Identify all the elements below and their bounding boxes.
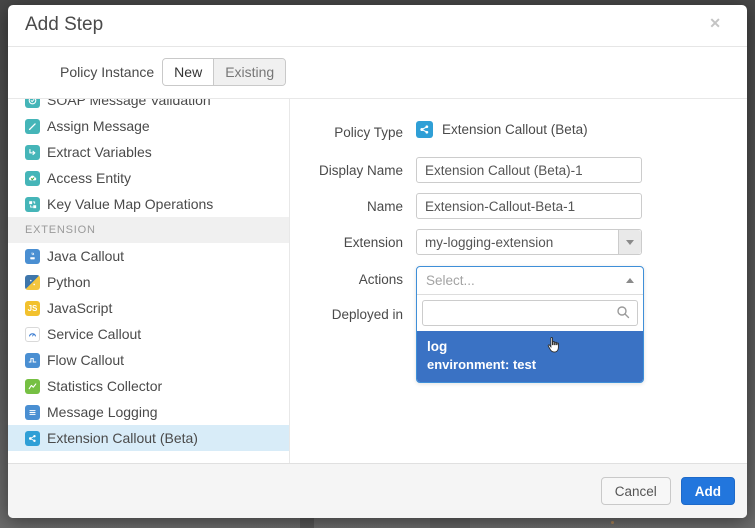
policy-instance-toggle: New Existing bbox=[162, 58, 286, 86]
modal-content: SOAP Message Validation Assign Message E… bbox=[8, 98, 747, 464]
search-icon bbox=[616, 305, 631, 325]
javascript-badge: JS bbox=[28, 304, 38, 313]
display-name-label: Display Name bbox=[291, 163, 403, 178]
sidebar-item-label: Extract Variables bbox=[47, 144, 152, 160]
extension-select-button[interactable] bbox=[618, 230, 641, 254]
policy-list: SOAP Message Validation Assign Message E… bbox=[8, 99, 290, 464]
backdrop-content bbox=[611, 521, 614, 524]
name-input[interactable] bbox=[416, 193, 642, 219]
sidebar-item-label: Python bbox=[47, 274, 91, 290]
sidebar-item-flow-callout[interactable]: Flow Callout bbox=[8, 347, 289, 373]
policy-instance-existing-button[interactable]: Existing bbox=[214, 59, 285, 85]
actions-option-log[interactable]: log environment: test bbox=[417, 331, 643, 382]
sidebar-item-label: Assign Message bbox=[47, 118, 150, 134]
sidebar-item-assign-message[interactable]: Assign Message bbox=[8, 113, 289, 139]
java-callout-icon bbox=[25, 249, 40, 264]
extract-variables-icon bbox=[25, 145, 40, 160]
sidebar-item-java-callout[interactable]: Java Callout bbox=[8, 243, 289, 269]
actions-dropdown-search-row bbox=[417, 294, 643, 331]
display-name-input[interactable] bbox=[416, 157, 642, 183]
message-logging-icon bbox=[25, 405, 40, 420]
sidebar-item-statistics-collector[interactable]: Statistics Collector bbox=[8, 373, 289, 399]
extension-label: Extension bbox=[291, 235, 403, 250]
sidebar-item-soap-message-validation[interactable]: SOAP Message Validation bbox=[8, 99, 289, 113]
extension-select[interactable]: my-logging-extension bbox=[416, 229, 642, 255]
modal-footer: Cancel Add bbox=[8, 463, 747, 518]
sidebar-item-javascript[interactable]: JS JavaScript bbox=[8, 295, 289, 321]
sidebar-item-message-logging[interactable]: Message Logging bbox=[8, 399, 289, 425]
chevron-up-icon bbox=[626, 278, 634, 283]
policy-form: Policy Type Extension Callout (Beta) Dis… bbox=[291, 99, 747, 464]
actions-option-name: log bbox=[427, 337, 633, 356]
policy-instance-new-button[interactable]: New bbox=[163, 59, 214, 85]
extension-select-value: my-logging-extension bbox=[425, 235, 553, 250]
policy-instance-label: Policy Instance bbox=[60, 64, 154, 80]
chevron-down-icon bbox=[626, 240, 634, 245]
deployed-in-label: Deployed in bbox=[291, 307, 403, 322]
sidebar-item-python[interactable]: Python bbox=[8, 269, 289, 295]
sidebar-item-extract-variables[interactable]: Extract Variables bbox=[8, 139, 289, 165]
sidebar-item-label: SOAP Message Validation bbox=[47, 99, 211, 108]
sidebar-item-label: Extension Callout (Beta) bbox=[47, 430, 198, 446]
actions-label: Actions bbox=[291, 272, 403, 287]
key-value-map-operations-icon bbox=[25, 197, 40, 212]
policy-type-label: Policy Type bbox=[291, 125, 403, 140]
close-icon[interactable]: ✕ bbox=[709, 16, 721, 30]
extension-callout-icon bbox=[416, 121, 433, 138]
backdrop-content bbox=[300, 518, 314, 528]
sidebar-item-label: JavaScript bbox=[47, 300, 112, 316]
sidebar-item-label: Java Callout bbox=[47, 248, 124, 264]
extension-section-header: EXTENSION bbox=[8, 217, 289, 243]
python-icon bbox=[25, 275, 40, 290]
assign-message-icon bbox=[25, 119, 40, 134]
access-entity-icon bbox=[25, 171, 40, 186]
sidebar-item-label: Flow Callout bbox=[47, 352, 124, 368]
actions-search-input[interactable] bbox=[429, 303, 613, 323]
extension-callout-icon bbox=[25, 431, 40, 446]
actions-dropdown-toggle[interactable]: Select... bbox=[417, 267, 643, 294]
sidebar-item-service-callout[interactable]: Service Callout bbox=[8, 321, 289, 347]
policy-type-value: Extension Callout (Beta) bbox=[442, 122, 588, 137]
statistics-collector-icon bbox=[25, 379, 40, 394]
add-step-modal: Add Step ✕ Policy Instance New Existing … bbox=[8, 5, 747, 518]
cancel-button[interactable]: Cancel bbox=[601, 477, 671, 505]
service-callout-icon bbox=[25, 327, 40, 342]
actions-dropdown-placeholder: Select... bbox=[426, 273, 475, 288]
sidebar-item-key-value-map-operations[interactable]: Key Value Map Operations bbox=[8, 191, 289, 217]
modal-header: Add Step ✕ bbox=[8, 5, 747, 47]
actions-dropdown: Select... log environment: test bbox=[416, 266, 644, 383]
backdrop-content bbox=[430, 518, 470, 528]
actions-option-detail: environment: test bbox=[427, 356, 633, 374]
sidebar-item-extension-callout-beta[interactable]: Extension Callout (Beta) bbox=[8, 425, 289, 451]
flow-callout-icon bbox=[25, 353, 40, 368]
javascript-icon: JS bbox=[25, 301, 40, 316]
sidebar-item-label: Statistics Collector bbox=[47, 378, 162, 394]
policy-type-value-row: Extension Callout (Beta) bbox=[416, 121, 642, 138]
soap-message-validation-icon bbox=[25, 99, 40, 108]
sidebar-item-label: Access Entity bbox=[47, 170, 131, 186]
modal-title: Add Step bbox=[25, 14, 103, 36]
add-button[interactable]: Add bbox=[681, 477, 735, 505]
sidebar-item-label: Message Logging bbox=[47, 404, 158, 420]
sidebar-item-label: Service Callout bbox=[47, 326, 141, 342]
sidebar-item-label: Key Value Map Operations bbox=[47, 196, 213, 212]
policy-instance-toolbar: Policy Instance New Existing bbox=[8, 46, 747, 98]
sidebar-item-access-entity[interactable]: Access Entity bbox=[8, 165, 289, 191]
name-label: Name bbox=[291, 199, 403, 214]
